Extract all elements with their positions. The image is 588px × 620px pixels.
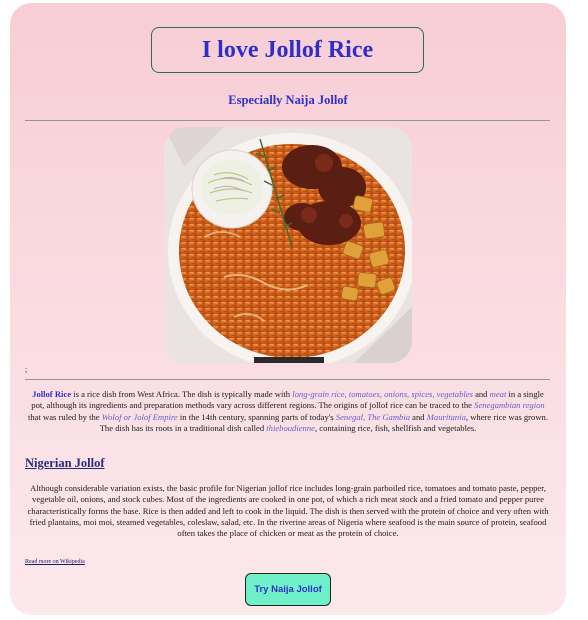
ingredients-link[interactable]: long-grain rice, tomatoes, onions, spice… [292, 389, 473, 399]
intro-text: and [410, 411, 427, 422]
stray-mark: ; [25, 365, 28, 374]
jollof-photo-illustration [164, 127, 412, 363]
intro-text: is a rice dish from West Africa. The dis… [71, 389, 293, 399]
page-subtitle: Especially Naija Jollof [228, 93, 348, 107]
wolof-empire-link[interactable]: Wolof or Jolof Empire [102, 412, 178, 422]
jollof-rice-term: Jollof Rice [32, 389, 72, 399]
try-naija-jollof-button[interactable]: Try Naija Jollof [245, 573, 331, 606]
intro-text: , containing rice, fish, shellfish and v… [314, 422, 477, 433]
senegal-gambia-link[interactable]: Senegal, The Gambia [336, 412, 410, 422]
intro-paragraph: Jollof Rice is a rice dish from West Afr… [26, 389, 550, 434]
page-card: I love Jollof Rice Especially Naija Joll… [10, 3, 566, 615]
intro-text: that was ruled by the [28, 411, 102, 422]
senegambian-region-link[interactable]: Senegambian region [474, 400, 545, 410]
thieboudienne-link[interactable]: thieboudienne [266, 423, 315, 433]
meat-link[interactable]: meat [490, 389, 507, 399]
title-box: I love Jollof Rice [151, 27, 424, 73]
wikipedia-link[interactable]: Read more on Wikipedia [25, 559, 85, 565]
divider-middle [25, 379, 550, 380]
intro-text: and [472, 389, 490, 399]
divider-top [25, 120, 550, 121]
mauritania-link[interactable]: Mauritania [427, 412, 466, 422]
nigerian-jollof-paragraph: Although considerable variation exists, … [27, 483, 549, 539]
jollof-rice-image [164, 127, 412, 363]
section-heading: Nigerian Jollof [25, 456, 105, 470]
page-title: I love Jollof Rice [201, 36, 374, 63]
intro-text: in the 14th century, spanning parts of t… [177, 411, 336, 422]
